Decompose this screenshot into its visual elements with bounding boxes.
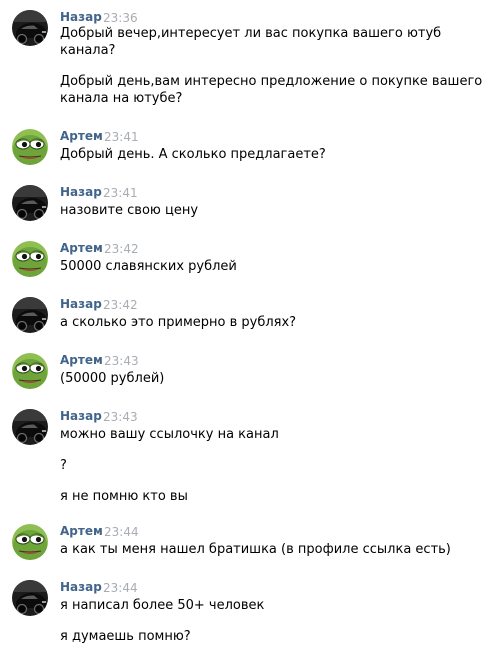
avatar[interactable] xyxy=(12,297,48,333)
message-text: канала? xyxy=(60,43,116,58)
black-car-icon xyxy=(12,409,48,445)
author-name[interactable]: Назар xyxy=(60,409,102,423)
black-car-icon xyxy=(12,185,48,221)
message-text: Добрый вечер,интересует ли вас покупка в… xyxy=(60,26,442,41)
message-text: я написал более 50+ человек xyxy=(60,598,265,613)
avatar[interactable] xyxy=(12,353,48,389)
message-text: можно вашу ссылочку на канал xyxy=(60,427,279,442)
message: Назар 23:44 я написал более 50+ человек … xyxy=(0,580,484,650)
pepe-frog-icon xyxy=(12,353,48,389)
avatar[interactable] xyxy=(12,580,48,616)
message: Артем 23:41 Добрый день. А сколько предл… xyxy=(0,129,484,169)
timestamp[interactable]: 23:42 xyxy=(103,298,138,312)
message-text: канала на ютубе? xyxy=(60,91,183,106)
message-text: а как ты меня нашел братишка (в профиле … xyxy=(60,542,451,557)
message-text: я не помню кто вы xyxy=(60,489,188,504)
author-name[interactable]: Назар xyxy=(60,297,102,311)
message: Артем 23:43 (50000 рублей) xyxy=(0,353,484,393)
timestamp[interactable]: 23:44 xyxy=(103,581,138,595)
timestamp[interactable]: 23:36 xyxy=(103,11,138,25)
message: Назар 23:43 можно вашу ссылочку на канал… xyxy=(0,409,484,505)
timestamp[interactable]: 23:41 xyxy=(103,186,138,200)
message-text: ? xyxy=(60,458,67,473)
author-name[interactable]: Артем xyxy=(60,129,103,143)
timestamp[interactable]: 23:44 xyxy=(104,525,139,539)
pepe-frog-icon xyxy=(12,241,48,277)
black-car-icon xyxy=(12,10,48,46)
author-name[interactable]: Назар xyxy=(60,10,102,24)
message: Артем 23:42 50000 славянских рублей xyxy=(0,241,484,281)
message-text: Добрый день,вам интересно предложение о … xyxy=(60,74,483,89)
message-text: я думаешь помню? xyxy=(60,629,191,644)
avatar[interactable] xyxy=(12,129,48,165)
author-name[interactable]: Назар xyxy=(60,580,102,594)
avatar[interactable] xyxy=(12,185,48,221)
message-text: 50000 славянских рублей xyxy=(60,259,237,274)
avatar[interactable] xyxy=(12,524,48,560)
timestamp[interactable]: 23:41 xyxy=(104,130,139,144)
black-car-icon xyxy=(12,580,48,616)
message-text: (50000 рублей) xyxy=(60,371,165,386)
timestamp[interactable]: 23:42 xyxy=(104,242,139,256)
message-text: Добрый день. А сколько предлагаете? xyxy=(60,147,326,162)
message: Назар 23:41 назовите свою цену xyxy=(0,185,484,225)
message-text: назовите свою цену xyxy=(60,203,199,218)
avatar[interactable] xyxy=(12,241,48,277)
pepe-frog-icon xyxy=(12,129,48,165)
timestamp[interactable]: 23:43 xyxy=(104,354,139,368)
author-name[interactable]: Артем xyxy=(60,524,103,538)
black-car-icon xyxy=(12,297,48,333)
author-name[interactable]: Назар xyxy=(60,185,102,199)
message: Артем 23:44 а как ты меня нашел братишка… xyxy=(0,524,484,564)
message-text: а сколько это примерно в рублях? xyxy=(60,315,297,330)
pepe-frog-icon xyxy=(12,524,48,560)
avatar[interactable] xyxy=(12,10,48,46)
timestamp[interactable]: 23:43 xyxy=(103,410,138,424)
avatar[interactable] xyxy=(12,409,48,445)
author-name[interactable]: Артем xyxy=(60,241,103,255)
message: Назар 23:36 Добрый вечер,интересует ли в… xyxy=(0,10,484,110)
message: Назар 23:42 а сколько это примерно в руб… xyxy=(0,297,484,337)
author-name[interactable]: Артем xyxy=(60,353,103,367)
